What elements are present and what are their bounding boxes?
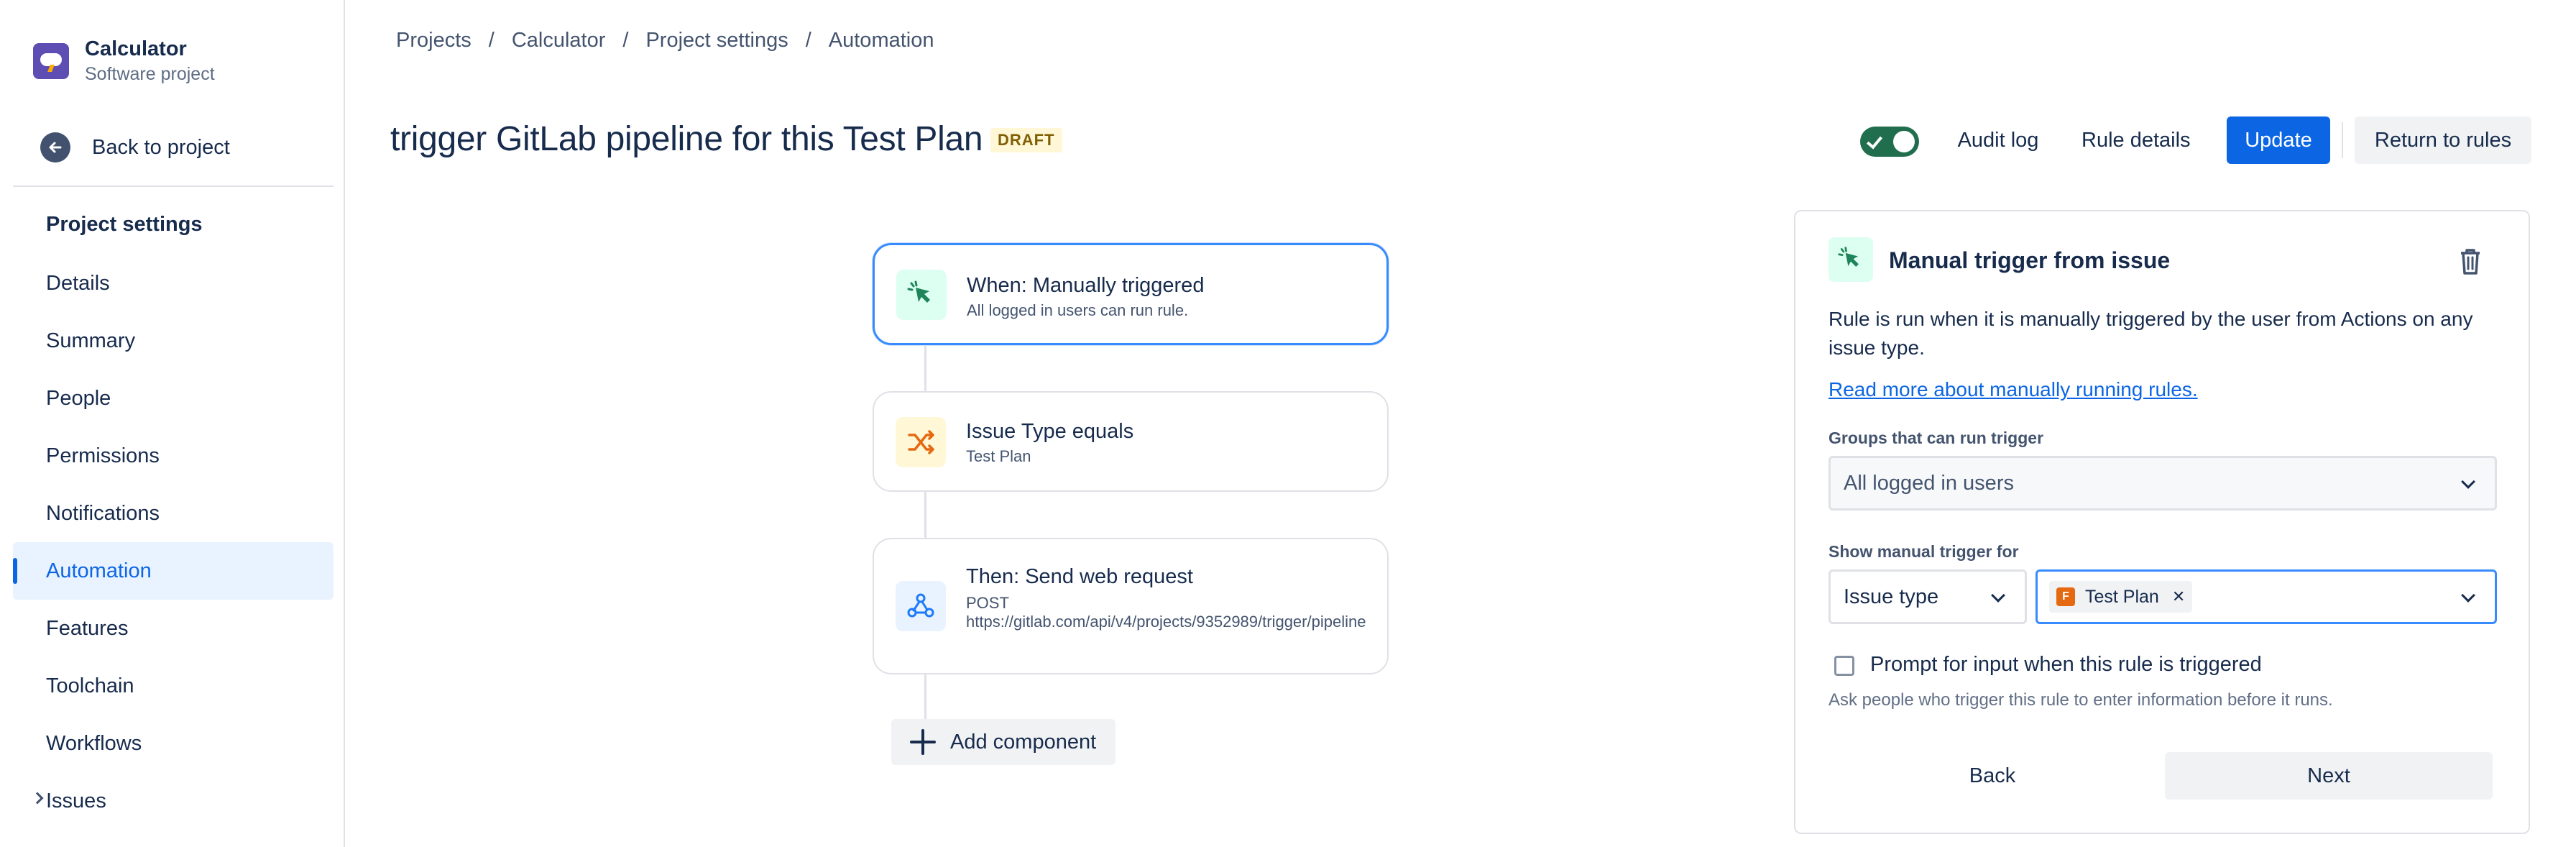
sidebar-item-label: Automation: [46, 559, 152, 582]
sidebar-item-summary[interactable]: Summary: [13, 312, 334, 370]
sidebar-item-label: Toolchain: [46, 674, 134, 697]
remove-tag-icon[interactable]: ✕: [2172, 587, 2185, 606]
show-for-type-select[interactable]: Issue type: [1828, 569, 2027, 624]
groups-select[interactable]: All logged in users: [1828, 456, 2497, 511]
chevron-down-icon: [2461, 475, 2475, 489]
sidebar-item-features[interactable]: Features: [13, 600, 334, 657]
sidebar-item-label: Summary: [46, 329, 136, 352]
sidebar-item-label: Notifications: [46, 501, 160, 525]
chevron-down-icon: [1991, 588, 2005, 603]
breadcrumb-separator: /: [805, 29, 811, 52]
flow-connector: [924, 673, 926, 720]
issue-type-tag: F Test Plan ✕: [2049, 581, 2193, 613]
condition-card[interactable]: Issue Type equals Test Plan: [873, 391, 1389, 492]
back-to-project-link[interactable]: Back to project: [40, 132, 230, 162]
back-button[interactable]: Back: [1828, 752, 2156, 800]
header-divider: [2342, 122, 2343, 158]
add-component-label: Add component: [950, 730, 1097, 754]
project-avatar-icon: [33, 43, 69, 79]
condition-title: Issue Type equals: [966, 420, 1134, 443]
breadcrumb-calculator[interactable]: Calculator: [512, 29, 606, 52]
audit-log-button[interactable]: Audit log: [1941, 116, 2056, 164]
sidebar-item-automation[interactable]: Automation: [13, 542, 334, 600]
show-for-label: Show manual trigger for: [1828, 542, 2019, 561]
trigger-title: When: Manually triggered: [967, 274, 1205, 297]
condition-subtitle: Test Plan: [966, 447, 1031, 465]
trash-icon[interactable]: [2452, 243, 2488, 279]
sidebar-item-label: Workflows: [46, 731, 142, 755]
sidebar-item-permissions[interactable]: Permissions: [13, 427, 334, 485]
test-plan-type-icon: F: [2056, 587, 2075, 606]
arrow-left-icon: [40, 132, 70, 162]
project-name: Calculator: [85, 37, 187, 60]
sidebar-item-label: People: [46, 386, 111, 410]
chevron-right-icon: [31, 792, 44, 805]
action-title: Then: Send web request: [966, 565, 1193, 588]
sidebar-item-label: Issues: [46, 789, 106, 812]
cursor-click-icon: [1828, 237, 1873, 282]
project-type: Software project: [85, 64, 215, 84]
add-component-button[interactable]: Add component: [891, 719, 1116, 765]
sidebar-item-notifications[interactable]: Notifications: [13, 485, 334, 542]
breadcrumb-separator: /: [488, 29, 494, 52]
sidebar: Calculator Software project Back to proj…: [0, 0, 345, 847]
sidebar-item-workflows[interactable]: Workflows: [13, 715, 334, 772]
trigger-card[interactable]: When: Manually triggered All logged in u…: [873, 243, 1389, 345]
prompt-input-help: Ask people who trigger this rule to ente…: [1828, 690, 2333, 710]
panel-description: Rule is run when it is manually triggere…: [1828, 308, 2473, 359]
sidebar-item-label: Features: [46, 616, 129, 640]
component-config-panel: Manual trigger from issue Rule is run wh…: [1794, 210, 2530, 834]
breadcrumb-automation[interactable]: Automation: [829, 29, 934, 52]
show-for-value-select[interactable]: F Test Plan ✕: [2036, 569, 2497, 624]
toggle-knob: [1893, 131, 1915, 152]
return-to-rules-button[interactable]: Return to rules: [2355, 116, 2531, 164]
groups-label: Groups that can run trigger: [1828, 429, 2044, 447]
project-header[interactable]: Calculator Software project: [33, 36, 215, 86]
sidebar-item-label: Details: [46, 271, 110, 295]
flow-connector: [924, 490, 926, 538]
update-button[interactable]: Update: [2227, 116, 2330, 164]
sidebar-item-toolchain[interactable]: Toolchain: [13, 657, 334, 715]
show-for-type-value: Issue type: [1844, 585, 1939, 608]
sidebar-item-people[interactable]: People: [13, 370, 334, 427]
trigger-subtitle: All logged in users can run rule.: [967, 301, 1189, 319]
cursor-click-icon: [896, 270, 947, 320]
webhook-icon: [896, 581, 946, 631]
next-button[interactable]: Next: [2165, 752, 2493, 800]
tag-label: Test Plan: [2085, 586, 2159, 607]
breadcrumb-projects[interactable]: Projects: [396, 29, 472, 52]
sidebar-item-label: Permissions: [46, 444, 160, 467]
action-card[interactable]: Then: Send web request POST https://gitl…: [873, 538, 1389, 674]
rule-title[interactable]: trigger GitLab pipeline for this Test Pl…: [390, 119, 983, 159]
shuffle-icon: [896, 417, 946, 467]
sidebar-divider: [13, 186, 334, 187]
read-more-link[interactable]: Read more about manually running rules.: [1828, 378, 2198, 401]
rule-details-button[interactable]: Rule details: [2070, 116, 2202, 164]
prompt-input-label[interactable]: Prompt for input when this rule is trigg…: [1870, 653, 2262, 677]
breadcrumb-separator: /: [622, 29, 629, 52]
breadcrumb-project-settings[interactable]: Project settings: [645, 29, 788, 52]
chevron-down-icon: [2461, 588, 2475, 603]
action-url: https://gitlab.com/api/v4/projects/93529…: [966, 613, 1366, 631]
back-to-project-label: Back to project: [92, 135, 230, 159]
rule-enabled-toggle[interactable]: [1860, 127, 1919, 157]
action-method: POST: [966, 594, 1009, 612]
sidebar-item-issues[interactable]: Issues: [13, 772, 334, 830]
plus-icon: [910, 729, 936, 755]
flow-connector: [924, 344, 926, 391]
sidebar-heading: Project settings: [46, 213, 203, 236]
prompt-input-checkbox[interactable]: [1834, 656, 1854, 676]
panel-title: Manual trigger from issue: [1889, 247, 2171, 273]
check-icon: [1866, 132, 1883, 150]
sidebar-item-details[interactable]: Details: [13, 255, 334, 312]
breadcrumb: Projects / Calculator / Project settings…: [396, 29, 934, 52]
groups-select-value: All logged in users: [1844, 471, 2014, 495]
status-badge: DRAFT: [990, 128, 1062, 152]
